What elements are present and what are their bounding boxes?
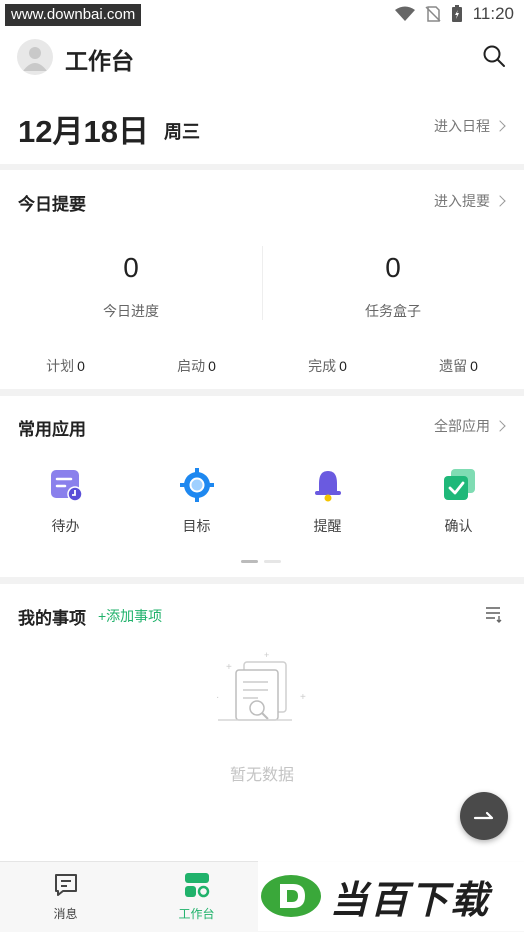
wifi-icon [394, 6, 415, 21]
search-icon [483, 45, 505, 67]
stat-label: 遗留 [439, 358, 468, 374]
floating-action-button[interactable] [460, 792, 508, 840]
chevron-right-icon [494, 420, 506, 432]
app-label: 提醒 [313, 518, 342, 534]
confirm-icon [443, 469, 475, 500]
app-label: 待办 [51, 518, 80, 534]
all-apps-link[interactable]: 全部应用 [434, 416, 506, 436]
brand-text: 当百下载 [330, 879, 491, 922]
weekday-text: 周三 [164, 122, 200, 142]
date-text: 12月18日 [18, 114, 149, 149]
battery-icon [451, 5, 462, 22]
arrow-right-icon [473, 811, 494, 820]
task-box-label: 任务盒子 [365, 303, 421, 319]
progress-label: 今日进度 [103, 303, 159, 319]
add-item-button[interactable]: +添加事项 [98, 606, 162, 626]
stat-label: 启动 [177, 358, 206, 374]
chevron-right-icon [494, 120, 506, 132]
app-confirm[interactable]: 确认 [393, 468, 524, 536]
chevron-right-icon [494, 195, 506, 207]
stat-start[interactable]: 启动 0 [131, 356, 262, 376]
list-options-button[interactable] [484, 604, 504, 624]
svg-text:+: + [300, 692, 306, 703]
empty-text: 暂无数据 [229, 767, 294, 784]
user-icon [23, 47, 47, 71]
page-dot-active [241, 560, 258, 563]
summary-title: 今日提要 [18, 195, 86, 214]
schedule-link-label: 进入日程 [434, 118, 490, 134]
todo-icon [50, 470, 83, 502]
my-items-title: 我的事项 [18, 609, 86, 628]
stat-label: 完成 [308, 358, 337, 374]
watermark-label: www.downbai.com [5, 4, 142, 26]
nav-label: 消息 [53, 907, 78, 921]
app-todo[interactable]: 待办 [0, 468, 131, 536]
search-button[interactable] [482, 44, 506, 68]
list-icon [486, 607, 502, 623]
brand-logo-icon [261, 875, 321, 917]
schedule-link[interactable]: 进入日程 [434, 116, 506, 136]
svg-text:·: · [216, 692, 219, 703]
summary-link-label: 进入提要 [434, 193, 490, 209]
page-dot [264, 560, 281, 563]
stat-plan[interactable]: 计划 0 [0, 356, 131, 376]
progress-value[interactable]: 0 [0, 252, 262, 284]
my-items-card: 我的事项 +添加事项 + + + · 暂无数据 [0, 584, 524, 861]
task-box-value[interactable]: 0 [262, 252, 524, 284]
summary-card: 今日提要 进入提要 0 今日进度 0 任务盒子 计划 0 启动 0 完成 0 遗留 0 [0, 170, 524, 389]
stat-value: 0 [339, 358, 347, 374]
message-icon [54, 874, 77, 896]
status-icons: 11:20 [394, 4, 514, 24]
workbench-icon [184, 873, 209, 898]
page-title: 工作台 [65, 48, 134, 74]
stat-value: 0 [77, 358, 85, 374]
all-apps-label: 全部应用 [434, 418, 490, 434]
svg-text:+: + [264, 652, 269, 660]
status-bar: www.downbai.com 11:20 [0, 0, 524, 30]
sim-icon [425, 6, 441, 22]
app-label: 确认 [444, 518, 473, 534]
app-label: 目标 [182, 518, 211, 534]
avatar[interactable] [17, 39, 53, 75]
nav-workbench[interactable]: 工作台 [131, 872, 262, 922]
empty-document-icon: + + + · [216, 652, 306, 721]
page-indicator [241, 560, 281, 563]
apps-title: 常用应用 [18, 420, 86, 439]
nav-label: 工作台 [178, 907, 215, 921]
bell-icon [314, 471, 341, 502]
stat-value: 0 [470, 358, 478, 374]
summary-link[interactable]: 进入提要 [434, 191, 506, 211]
svg-text:+: + [226, 662, 232, 673]
app-reminder[interactable]: 提醒 [262, 468, 393, 536]
nav-messages[interactable]: 消息 [0, 872, 131, 922]
target-icon [179, 468, 214, 502]
app-target[interactable]: 目标 [131, 468, 262, 536]
stat-done[interactable]: 完成 0 [262, 356, 393, 376]
stat-left[interactable]: 遗留 0 [393, 356, 524, 376]
stat-label: 计划 [46, 358, 75, 374]
brand-watermark: 当百下载 [258, 861, 524, 931]
clock: 11:20 [472, 4, 514, 23]
header: 工作台 12月18日 周三 进入日程 [0, 30, 524, 164]
stat-value: 0 [208, 358, 216, 374]
apps-card: 常用应用 全部应用 待办 目标 提醒 确认 [0, 396, 524, 577]
